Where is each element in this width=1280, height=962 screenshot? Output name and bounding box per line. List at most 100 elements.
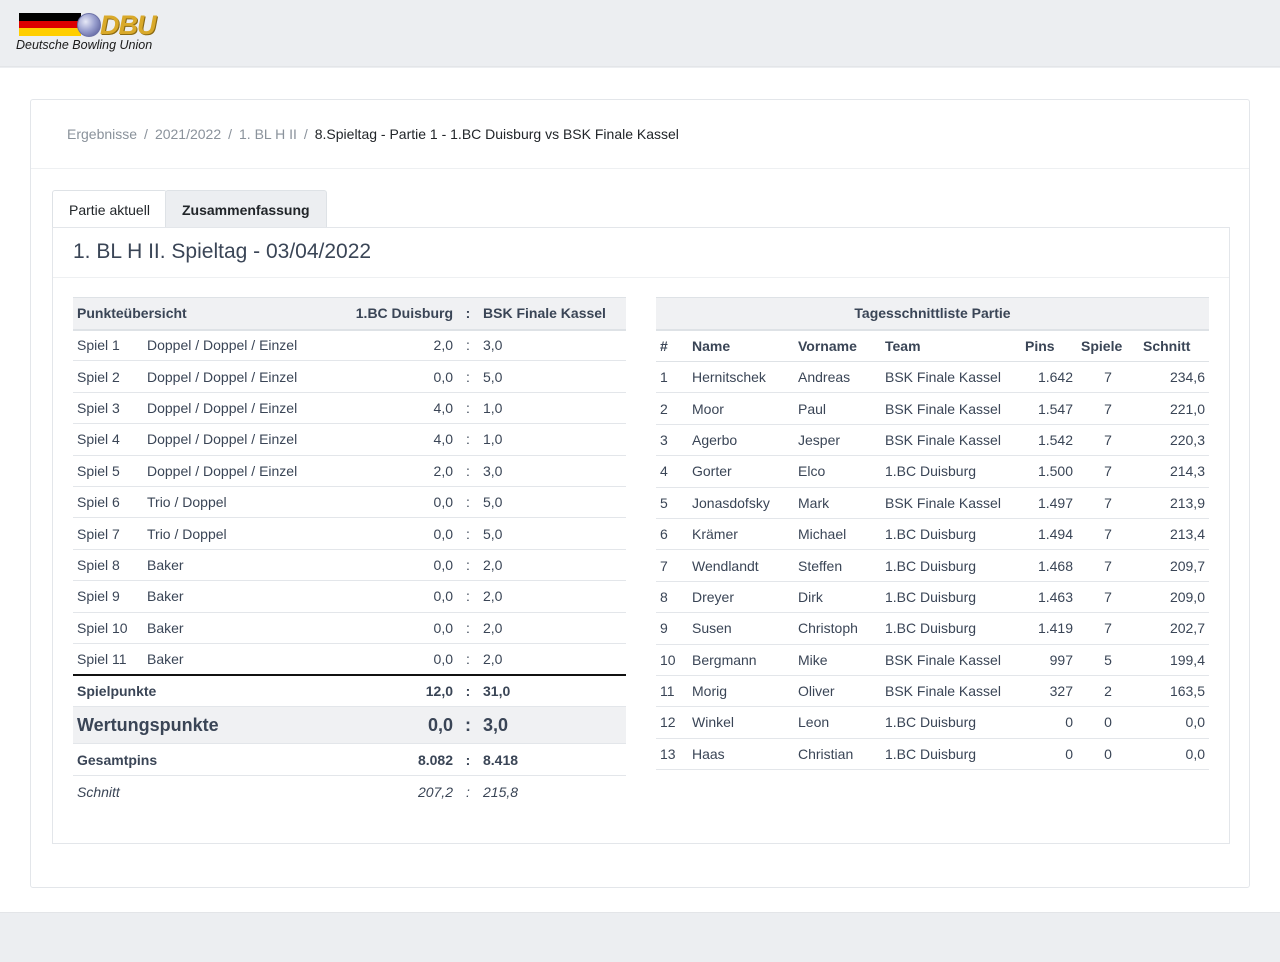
- ranking-rank: 5: [656, 487, 688, 519]
- ranking-team: BSK Finale Kassel: [881, 392, 1021, 425]
- section-title: 1. BL H II. Spieltag - 03/04/2022: [73, 240, 372, 263]
- points-separator: :: [457, 743, 479, 777]
- points-away-value: 3,0: [479, 455, 626, 487]
- ranking-row: 12 Winkel Leon 1.BC Duisburg 0 0 0,0: [656, 706, 1209, 739]
- ranking-team: 1.BC Duisburg: [881, 581, 1021, 614]
- section-divider: [53, 277, 1229, 278]
- points-header-home: 1.BC Duisburg: [343, 297, 457, 331]
- flag-stripe-black: [19, 13, 81, 21]
- ranking-schnitt: 199,4: [1139, 644, 1209, 676]
- ranking-name: Hernitschek: [688, 361, 794, 394]
- ranking-vorname: Andreas: [794, 361, 881, 394]
- ranking-team: BSK Finale Kassel: [881, 644, 1021, 676]
- ranking-pins: 1.419: [1021, 612, 1077, 645]
- ranking-vorname: Oliver: [794, 675, 881, 708]
- breadcrumb-divider: [31, 168, 1249, 169]
- ranking-team: 1.BC Duisburg: [881, 738, 1021, 771]
- points-game-label: Spiel 1: [73, 329, 143, 362]
- ranking-pins: 1.494: [1021, 518, 1077, 551]
- ranking-row: 1 Hernitschek Andreas BSK Finale Kassel 1.64…: [656, 361, 1209, 394]
- ranking-spiele: 7: [1077, 455, 1139, 488]
- ranking-row: 13 Haas Christian 1.BC Duisburg 0 0 0,0: [656, 738, 1209, 771]
- breadcrumb-item-league[interactable]: 1. BL H II: [239, 126, 297, 142]
- points-home-value: 2,0: [343, 329, 457, 362]
- ranking-vorname: Elco: [794, 455, 881, 488]
- breadcrumb-separator: /: [144, 126, 148, 142]
- ranking-name: Jonasdofsky: [688, 487, 794, 519]
- ranking-col-pins[interactable]: Pins: [1021, 329, 1077, 362]
- points-home-value: 2,0: [343, 455, 457, 487]
- ranking-pins: 1.463: [1021, 581, 1077, 614]
- flag-stripe-red: [19, 20, 81, 29]
- ranking-schnitt: 202,7: [1139, 612, 1209, 645]
- ranking-pins: 1.500: [1021, 455, 1077, 488]
- points-away-value: 5,0: [479, 360, 626, 393]
- ranking-schnitt: 221,0: [1139, 392, 1209, 425]
- points-spielpunkte-row: Spielpunkte 12,0:31,0: [73, 674, 626, 708]
- dbu-logo[interactable]: DBU Deutsche Bowling Union: [16, 10, 176, 56]
- ranking-schnitt: 213,9: [1139, 487, 1209, 519]
- breadcrumb-item-ergebnisse[interactable]: Ergebnisse: [67, 126, 137, 142]
- points-row: Spiel 7 Trio / Doppel 0,0:5,0: [73, 517, 626, 550]
- ranking-team: BSK Finale Kassel: [881, 361, 1021, 394]
- points-row: Spiel 8 Baker 0,0:2,0: [73, 549, 626, 582]
- ranking-spiele: 2: [1077, 675, 1139, 708]
- points-away-value: 1,0: [479, 392, 626, 425]
- bowling-ball-icon: [77, 13, 101, 37]
- points-spielpunkte-away: 31,0: [479, 674, 626, 708]
- points-home-value: 0,0: [343, 517, 457, 550]
- ranking-col-spiele[interactable]: Spiele: [1077, 329, 1139, 362]
- tab-zusammenfassung[interactable]: Zusammenfassung: [165, 190, 327, 228]
- ranking-vorname: Paul: [794, 392, 881, 425]
- points-discipline: Baker: [143, 612, 343, 644]
- ranking-vorname: Mark: [794, 487, 881, 519]
- ranking-rank: 3: [656, 424, 688, 457]
- points-row: Spiel 11 Baker 0,0:2,0: [73, 643, 626, 676]
- points-game-label: Spiel 7: [73, 517, 143, 550]
- ranking-schnitt: 163,5: [1139, 675, 1209, 708]
- points-game-label: Spiel 6: [73, 486, 143, 519]
- ranking-schnitt: 214,3: [1139, 455, 1209, 488]
- breadcrumb: Ergebnisse / 2021/2022 / 1. BL H II / 8.Spielt…: [67, 126, 679, 142]
- tab-partie-aktuell[interactable]: Partie aktuell: [52, 190, 167, 228]
- ranking-vorname: Jesper: [794, 424, 881, 457]
- ranking-vorname: Michael: [794, 518, 881, 551]
- ranking-col-team[interactable]: Team: [881, 329, 1021, 362]
- points-schnitt-home: 207,2: [417, 783, 453, 800]
- ranking-pins: 1.468: [1021, 549, 1077, 582]
- points-separator: :: [457, 517, 479, 550]
- points-discipline: Doppel / Doppel / Einzel: [143, 392, 343, 425]
- points-gesamtpins-label: Gesamtpins: [73, 743, 343, 777]
- ranking-row: 2 Moor Paul BSK Finale Kassel 1.547 7 221,0: [656, 392, 1209, 425]
- ranking-team: 1.BC Duisburg: [881, 706, 1021, 739]
- points-away-value: 5,0: [479, 486, 626, 519]
- logo-mark: DBU: [100, 10, 156, 40]
- points-separator: :: [457, 706, 479, 745]
- points-row: Spiel 9 Baker 0,0:2,0: [73, 580, 626, 613]
- breadcrumb-item-season[interactable]: 2021/2022: [155, 126, 221, 142]
- points-game-label: Spiel 9: [73, 580, 143, 613]
- ranking-vorname: Christoph: [794, 612, 881, 645]
- points-discipline: Trio / Doppel: [143, 486, 343, 519]
- ranking-name: Wendlandt: [688, 549, 794, 582]
- ranking-team: 1.BC Duisburg: [881, 455, 1021, 488]
- ranking-rank: 7: [656, 549, 688, 582]
- ranking-col-rank[interactable]: #: [656, 329, 688, 362]
- ranking-spiele: 7: [1077, 361, 1139, 394]
- ranking-row: 11 Morig Oliver BSK Finale Kassel 327 2 163,5: [656, 675, 1209, 708]
- points-away-value: 3,0: [479, 329, 626, 362]
- ranking-col-schnitt[interactable]: Schnitt: [1139, 329, 1209, 362]
- ranking-vorname: Mike: [794, 644, 881, 676]
- ranking-schnitt: 209,7: [1139, 549, 1209, 582]
- ranking-col-name[interactable]: Name: [688, 329, 794, 362]
- points-away-value: 2,0: [479, 643, 626, 676]
- main-card: Ergebnisse / 2021/2022 / 1. BL H II / 8.Spielt…: [30, 99, 1250, 888]
- ranking-col-vorname[interactable]: Vorname: [794, 329, 881, 362]
- ranking-team: 1.BC Duisburg: [881, 612, 1021, 645]
- ranking-pins: 0: [1021, 706, 1077, 739]
- points-separator: :: [457, 360, 479, 393]
- ranking-rank: 4: [656, 455, 688, 488]
- points-away-value: 2,0: [479, 612, 626, 644]
- ranking-vorname: Christian: [794, 738, 881, 771]
- ranking-pins: 327: [1021, 675, 1077, 708]
